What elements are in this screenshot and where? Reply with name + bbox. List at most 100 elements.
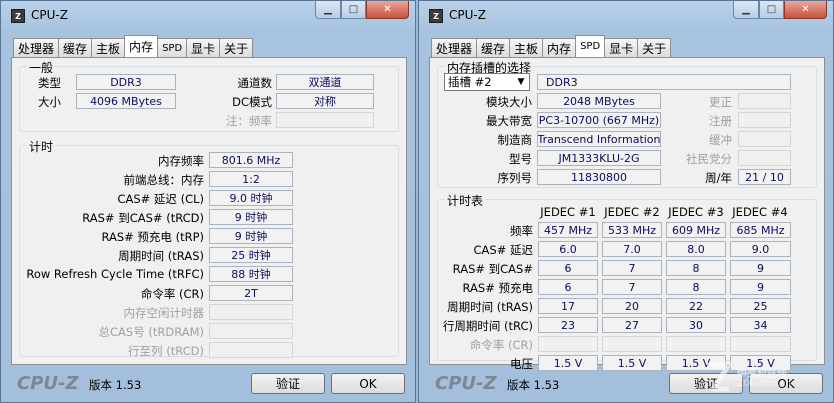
freq-note-label: 注：频率	[226, 114, 272, 128]
week-year-label: 周/年	[705, 171, 732, 185]
table-cell: 25	[730, 298, 791, 314]
title-bar[interactable]: Z CPU-Z ▁ □ ✕	[1, 1, 415, 31]
maximize-button[interactable]: □	[759, 1, 784, 19]
cpuz-brand-logo: CPU-Z	[17, 373, 79, 394]
row-label-cr: 命令率 (CR)	[469, 338, 533, 352]
timing-label-trfc: Row Refresh Cycle Time (tRFC)	[26, 267, 204, 281]
timing-label-total-cas: 总CAS号 (tRDRAM)	[98, 325, 205, 339]
table-cell: 6.0	[538, 241, 598, 257]
window-title: CPU-Z	[31, 8, 68, 22]
cpuz-app-icon: Z	[429, 9, 443, 23]
zol-logo-icon	[707, 362, 732, 392]
tab-memory[interactable]: 内存	[124, 35, 159, 57]
table-cell: 22	[666, 298, 726, 314]
timing-value-cas: 9.0 时钟	[209, 190, 293, 206]
size-value: 4096 MBytes	[76, 93, 176, 109]
registered-label: 注册	[709, 114, 732, 128]
cpuz-brand-logo: CPU-Z	[435, 373, 497, 394]
maximize-button[interactable]: □	[341, 1, 366, 19]
tab-graphics[interactable]: 显卡	[186, 38, 221, 57]
table-cell: 23	[538, 317, 598, 333]
table-cell: 8	[666, 260, 726, 276]
slot-select[interactable]: 插槽 #2 ▼	[444, 73, 530, 91]
timing-value-trp: 9 时钟	[209, 228, 293, 244]
row-label-trp: RAS# 预充电	[462, 281, 533, 295]
maximize-icon: □	[348, 4, 359, 15]
tab-mainboard[interactable]: 主板	[91, 38, 126, 57]
minimize-button[interactable]: ▁	[733, 1, 759, 19]
table-cell	[666, 336, 726, 352]
timing-label-tras: 周期时间 (tRAS)	[118, 249, 204, 263]
tab-graphics[interactable]: 显卡	[604, 38, 639, 57]
cpuz-window-memory: Z CPU-Z ▁ □ ✕ 处理器 缓存 主板 内存 SPD 显卡 关于 一般 …	[0, 0, 416, 403]
table-cell: 7	[602, 279, 662, 295]
close-icon: ✕	[801, 4, 810, 15]
tab-about[interactable]: 关于	[219, 38, 254, 57]
row-label-trcd: RAS# 到CAS#	[452, 262, 533, 276]
registered-value	[738, 112, 791, 128]
column-header-jedec2: JEDEC #2	[604, 205, 660, 219]
tab-bar: 处理器 缓存 主板 内存 SPD 显卡 关于	[431, 35, 672, 57]
general-group: 一般 类型 DDR3 大小 4096 MBytes 通道数 双通道 DC模式 对…	[19, 59, 399, 132]
minimize-icon: ▁	[742, 4, 750, 15]
timings-table-legend: 计时表	[445, 192, 486, 209]
table-cell	[730, 336, 791, 352]
tab-spd[interactable]: SPD	[157, 38, 188, 57]
window-title: CPU-Z	[449, 8, 486, 22]
tab-about[interactable]: 关于	[637, 38, 672, 57]
validate-button[interactable]: 验证	[251, 373, 325, 394]
close-button[interactable]: ✕	[366, 1, 409, 19]
table-cell: 9	[730, 279, 791, 295]
tab-caches[interactable]: 缓存	[58, 38, 93, 57]
memory-panel: 一般 类型 DDR3 大小 4096 MBytes 通道数 双通道 DC模式 对…	[11, 57, 407, 365]
timing-value-tras: 25 时钟	[209, 247, 293, 263]
timing-value-trfc: 88 时钟	[209, 266, 293, 282]
row-label-voltage: 电压	[510, 357, 533, 371]
timing-label-cas: CAS# 延迟 (CL)	[117, 192, 204, 206]
table-cell: 20	[602, 298, 662, 314]
type-value: DDR3	[76, 74, 176, 90]
tab-cpu[interactable]: 处理器	[431, 38, 478, 57]
manufacturer-label: 制造商	[497, 133, 533, 147]
module-type-value: DDR3	[537, 74, 791, 90]
row-label-trc: 行周期时间 (tRC)	[442, 319, 533, 333]
table-cell: 9.0	[730, 241, 791, 257]
tab-cpu[interactable]: 处理器	[13, 38, 60, 57]
ok-button[interactable]: OK	[331, 373, 405, 394]
maximize-icon: □	[766, 4, 777, 15]
minimize-button[interactable]: ▁	[315, 1, 341, 19]
zol-watermark: 中关村在线 ZOL.com.cn	[703, 359, 823, 399]
tab-spd[interactable]: SPD	[575, 35, 606, 57]
serial-number-value: 11830800	[537, 169, 661, 185]
buffered-value	[738, 131, 791, 147]
table-cell: 8.0	[666, 241, 726, 257]
table-cell: 30	[666, 317, 726, 333]
row-label-frequency: 频率	[510, 224, 533, 238]
tab-mainboard[interactable]: 主板	[509, 38, 544, 57]
correction-label: 更正	[709, 95, 732, 109]
table-cell: 457 MHz	[538, 222, 598, 238]
channels-label: 通道数	[237, 76, 273, 90]
tab-caches[interactable]: 缓存	[476, 38, 511, 57]
timing-label-row-to-col: 行至列 (tRCD)	[128, 344, 204, 358]
chevron-down-icon[interactable]: ▼	[514, 75, 528, 89]
close-button[interactable]: ✕	[784, 1, 827, 19]
table-cell: 34	[730, 317, 791, 333]
version-label: 版本 1.53	[89, 378, 142, 392]
freq-note-value	[276, 112, 374, 128]
tab-bar: 处理器 缓存 主板 内存 SPD 显卡 关于	[13, 35, 254, 57]
table-cell	[602, 336, 662, 352]
type-label: 类型	[38, 76, 61, 90]
part-number-value: JM1333KLU-2G	[537, 150, 661, 166]
timing-label-fsb-dram: 前端总线：内存	[123, 173, 205, 187]
timing-value-total-cas	[209, 323, 293, 339]
timing-label-trp: RAS# 预充电 (tRP)	[101, 230, 204, 244]
table-cell: 7	[602, 260, 662, 276]
spd-ext-label: 社民党分	[686, 152, 732, 166]
tab-memory[interactable]: 内存	[542, 38, 577, 57]
slot-select-value: 插槽 #2	[448, 75, 492, 89]
row-label-tras: 周期时间 (tRAS)	[447, 300, 533, 314]
week-year-value: 21 / 10	[738, 169, 791, 185]
title-bar[interactable]: Z CPU-Z ▁ □ ✕	[419, 1, 833, 31]
column-header-jedec1: JEDEC #1	[540, 205, 596, 219]
